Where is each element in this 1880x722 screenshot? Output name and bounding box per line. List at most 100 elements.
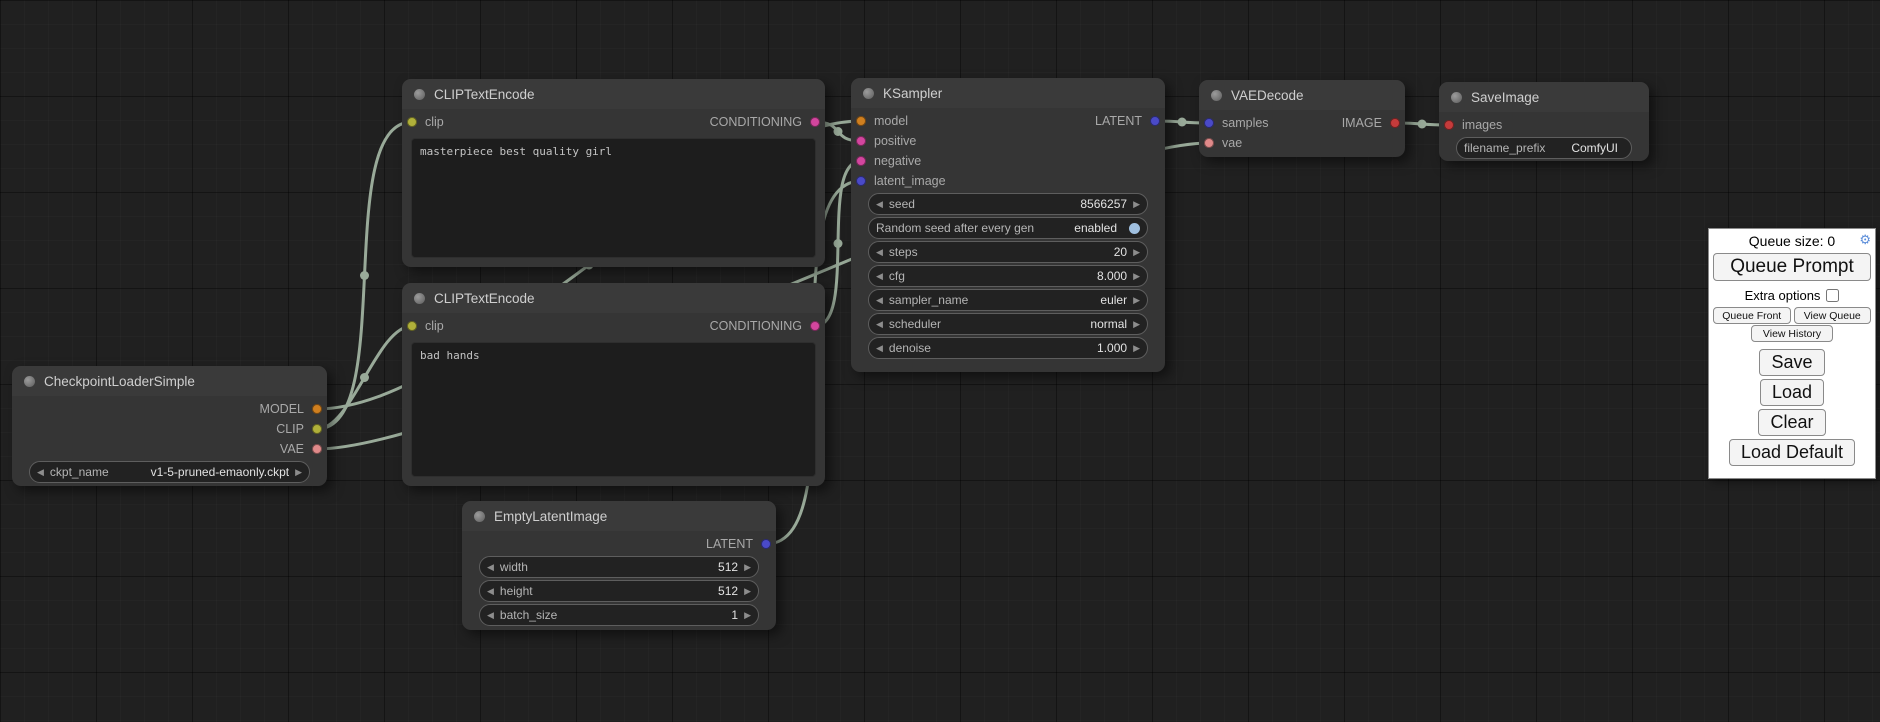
port-dot-image[interactable]: [1390, 118, 1400, 128]
decrement-arrow-icon[interactable]: ◀: [487, 587, 494, 596]
decrement-arrow-icon[interactable]: ◀: [876, 344, 883, 353]
widget-random-seed-toggle[interactable]: Random seed after every gen enabled: [868, 217, 1148, 239]
input-port-clip[interactable]: clip: [402, 115, 444, 129]
node-cliptextencode-negative[interactable]: CLIPTextEncode clip CONDITIONING bad han…: [402, 283, 825, 486]
node-cliptextencode-positive[interactable]: CLIPTextEncode clip CONDITIONING masterp…: [402, 79, 825, 267]
increment-arrow-icon[interactable]: ▶: [1133, 296, 1140, 305]
increment-arrow-icon[interactable]: ▶: [744, 587, 751, 596]
collapse-icon[interactable]: [414, 293, 425, 304]
input-port-model[interactable]: model: [851, 114, 908, 128]
output-port-model[interactable]: MODEL: [260, 402, 327, 416]
port-dot-model[interactable]: [856, 116, 866, 126]
node-title-bar[interactable]: VAEDecode: [1199, 80, 1405, 110]
decrement-arrow-icon[interactable]: ◀: [876, 320, 883, 329]
widget-sampler-name[interactable]: ◀ sampler_name euler ▶: [868, 289, 1148, 311]
port-dot-negative[interactable]: [856, 156, 866, 166]
input-port-negative[interactable]: negative: [851, 154, 921, 168]
output-port-latent[interactable]: LATENT: [706, 537, 776, 551]
output-port-image[interactable]: IMAGE: [1342, 116, 1405, 130]
view-queue-button[interactable]: View Queue: [1794, 307, 1872, 324]
port-dot-vae[interactable]: [312, 444, 322, 454]
port-dot-clip[interactable]: [312, 424, 322, 434]
port-dot-latent[interactable]: [1150, 116, 1160, 126]
increment-arrow-icon[interactable]: ▶: [295, 468, 302, 477]
widget-denoise[interactable]: ◀ denoise 1.000 ▶: [868, 337, 1148, 359]
widget-filename-prefix[interactable]: filename_prefix ComfyUI: [1456, 137, 1632, 159]
node-title-bar[interactable]: KSampler: [851, 78, 1165, 108]
node-title-bar[interactable]: CheckpointLoaderSimple: [12, 366, 327, 396]
widget-height[interactable]: ◀ height 512 ▶: [479, 580, 759, 602]
collapse-icon[interactable]: [1211, 90, 1222, 101]
queue-front-button[interactable]: Queue Front: [1713, 307, 1791, 324]
prompt-text-area[interactable]: bad hands: [411, 342, 816, 477]
decrement-arrow-icon[interactable]: ◀: [876, 296, 883, 305]
decrement-arrow-icon[interactable]: ◀: [876, 272, 883, 281]
extra-options-checkbox[interactable]: [1826, 289, 1839, 302]
collapse-icon[interactable]: [1451, 92, 1462, 103]
port-dot-images[interactable]: [1444, 120, 1454, 130]
port-dot-latent[interactable]: [761, 539, 771, 549]
widget-scheduler[interactable]: ◀ scheduler normal ▶: [868, 313, 1148, 335]
node-ksampler[interactable]: KSampler model LATENT positive negative …: [851, 78, 1165, 372]
node-title-bar[interactable]: SaveImage: [1439, 82, 1649, 112]
decrement-arrow-icon[interactable]: ◀: [876, 200, 883, 209]
output-port-conditioning[interactable]: CONDITIONING: [710, 319, 825, 333]
node-title-bar[interactable]: EmptyLatentImage: [462, 501, 776, 531]
node-checkpointloadersimple[interactable]: CheckpointLoaderSimple MODEL CLIP VAE ◀ …: [12, 366, 327, 486]
output-port-clip[interactable]: CLIP: [276, 422, 327, 436]
increment-arrow-icon[interactable]: ▶: [744, 563, 751, 572]
node-title-bar[interactable]: CLIPTextEncode: [402, 79, 825, 109]
increment-arrow-icon[interactable]: ▶: [1133, 248, 1140, 257]
node-emptylatentimage[interactable]: EmptyLatentImage LATENT ◀ width 512 ▶ ◀ …: [462, 501, 776, 630]
view-history-button[interactable]: View History: [1751, 325, 1833, 342]
widget-width[interactable]: ◀ width 512 ▶: [479, 556, 759, 578]
settings-gear-icon[interactable]: ⚙: [1859, 233, 1871, 246]
collapse-icon[interactable]: [414, 89, 425, 100]
port-dot-model[interactable]: [312, 404, 322, 414]
increment-arrow-icon[interactable]: ▶: [1133, 344, 1140, 353]
decrement-arrow-icon[interactable]: ◀: [876, 248, 883, 257]
load-default-button[interactable]: Load Default: [1729, 439, 1855, 466]
widget-seed[interactable]: ◀ seed 8566257 ▶: [868, 193, 1148, 215]
decrement-arrow-icon[interactable]: ◀: [487, 563, 494, 572]
widget-ckpt-name[interactable]: ◀ ckpt_name v1-5-pruned-emaonly.ckpt ▶: [29, 461, 310, 483]
port-dot-samples[interactable]: [1204, 118, 1214, 128]
input-port-vae[interactable]: vae: [1199, 136, 1242, 150]
port-dot-positive[interactable]: [856, 136, 866, 146]
input-port-positive[interactable]: positive: [851, 134, 916, 148]
clear-button[interactable]: Clear: [1758, 409, 1825, 436]
increment-arrow-icon[interactable]: ▶: [1133, 272, 1140, 281]
node-saveimage[interactable]: SaveImage images filename_prefix ComfyUI: [1439, 82, 1649, 161]
node-title-bar[interactable]: CLIPTextEncode: [402, 283, 825, 313]
increment-arrow-icon[interactable]: ▶: [1133, 320, 1140, 329]
decrement-arrow-icon[interactable]: ◀: [487, 611, 494, 620]
decrement-arrow-icon[interactable]: ◀: [37, 468, 44, 477]
widget-steps[interactable]: ◀ steps 20 ▶: [868, 241, 1148, 263]
input-port-clip[interactable]: clip: [402, 319, 444, 333]
port-dot-clip[interactable]: [407, 321, 417, 331]
output-port-latent[interactable]: LATENT: [1095, 114, 1165, 128]
collapse-icon[interactable]: [474, 511, 485, 522]
toggle-indicator-icon[interactable]: [1129, 223, 1140, 234]
port-dot-clip[interactable]: [407, 117, 417, 127]
increment-arrow-icon[interactable]: ▶: [744, 611, 751, 620]
collapse-icon[interactable]: [24, 376, 35, 387]
prompt-text-area[interactable]: masterpiece best quality girl: [411, 138, 816, 258]
widget-batch-size[interactable]: ◀ batch_size 1 ▶: [479, 604, 759, 626]
input-port-images[interactable]: images: [1439, 118, 1502, 132]
port-dot-latent-image[interactable]: [856, 176, 866, 186]
node-vaedecode[interactable]: VAEDecode samples IMAGE vae: [1199, 80, 1405, 157]
save-button[interactable]: Save: [1759, 349, 1824, 376]
output-port-vae[interactable]: VAE: [280, 442, 327, 456]
widget-cfg[interactable]: ◀ cfg 8.000 ▶: [868, 265, 1148, 287]
port-dot-conditioning[interactable]: [810, 321, 820, 331]
output-port-conditioning[interactable]: CONDITIONING: [710, 115, 825, 129]
port-dot-vae[interactable]: [1204, 138, 1214, 148]
queue-prompt-button[interactable]: Queue Prompt: [1713, 253, 1871, 281]
collapse-icon[interactable]: [863, 88, 874, 99]
increment-arrow-icon[interactable]: ▶: [1133, 200, 1140, 209]
port-dot-conditioning[interactable]: [810, 117, 820, 127]
load-button[interactable]: Load: [1760, 379, 1824, 406]
input-port-latent-image[interactable]: latent_image: [851, 174, 946, 188]
input-port-samples[interactable]: samples: [1199, 116, 1269, 130]
